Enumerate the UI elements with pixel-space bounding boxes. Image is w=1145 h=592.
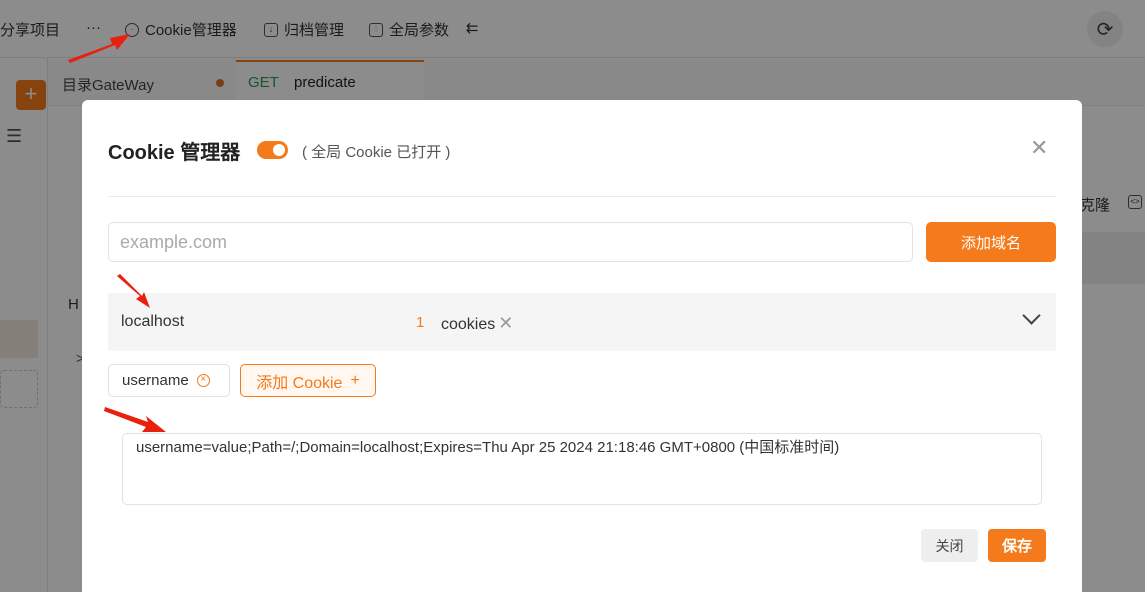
divider (108, 196, 1056, 197)
remove-cookie-icon[interactable]: × (196, 374, 210, 387)
cookies-text: cookies (441, 316, 496, 333)
close-icon[interactable]: ✕ (1030, 136, 1048, 160)
save-button[interactable]: 保存 (988, 529, 1046, 562)
cookie-chip-label: username (122, 372, 189, 389)
global-cookie-status: ( 全局 Cookie 已打开 ) (302, 144, 451, 161)
cookie-manager-dialog: Cookie 管理器 ( 全局 Cookie 已打开 ) ✕ 添加域名 loca… (82, 100, 1082, 592)
cookie-chip[interactable]: username × (108, 364, 230, 397)
chevron-down-icon[interactable] (1022, 306, 1041, 325)
annotation-arrow-icon (68, 34, 130, 63)
domain-input[interactable] (108, 222, 913, 262)
global-cookie-toggle[interactable] (257, 141, 288, 159)
add-domain-button[interactable]: 添加域名 (926, 222, 1056, 262)
add-cookie-button[interactable]: 添加 Cookie + (240, 364, 376, 397)
add-cookie-label: 添加 Cookie (256, 374, 343, 392)
cookie-value-editor[interactable]: username=value;Path=/;Domain=localhost;E… (122, 433, 1042, 505)
delete-domain-icon[interactable]: ✕ (498, 313, 513, 333)
domain-name: localhost (121, 313, 185, 330)
domain-row[interactable]: localhost 1 cookies ✕ (108, 293, 1056, 351)
cookie-count: 1 (416, 314, 425, 331)
annotation-arrow-icon (117, 274, 150, 308)
annotation-arrow-icon (104, 407, 166, 432)
dialog-title: Cookie 管理器 (108, 142, 241, 164)
cookies-label: cookies ✕ (441, 313, 513, 334)
plus-icon: + (350, 371, 360, 389)
close-button[interactable]: 关闭 (921, 529, 978, 562)
